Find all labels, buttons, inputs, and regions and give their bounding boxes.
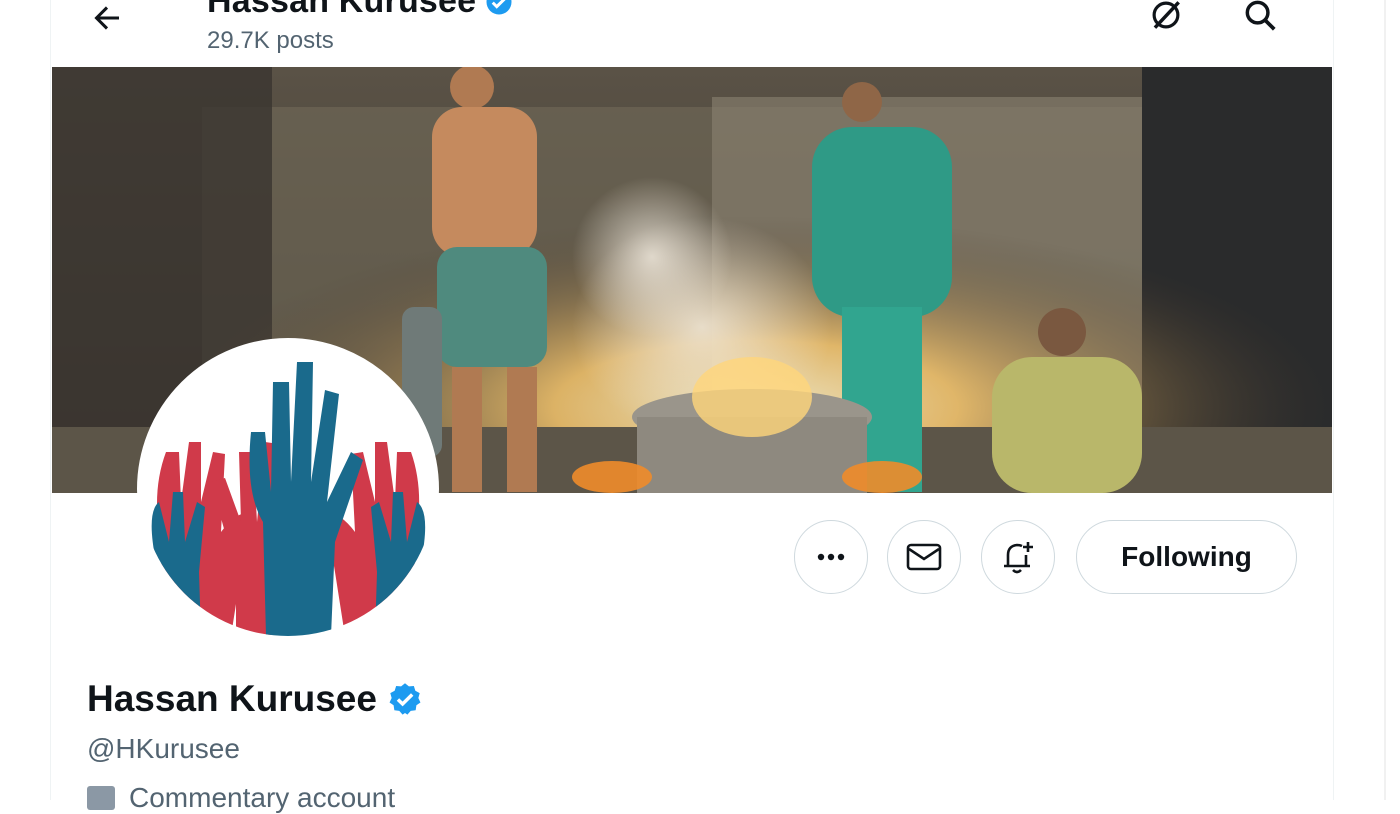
arrow-left-icon — [94, 6, 119, 30]
raised-hands-avatar-image — [141, 342, 435, 636]
more-icon — [817, 553, 845, 561]
top-bar: Hassan Kurusee 29.7K posts — [51, 0, 1333, 66]
back-button[interactable] — [81, 0, 133, 44]
message-button[interactable] — [887, 520, 961, 594]
verified-badge-icon[interactable] — [387, 681, 423, 717]
profile-handle: @HKurusee — [87, 733, 240, 764]
grok-icon — [1152, 1, 1180, 29]
more-button[interactable] — [794, 520, 868, 594]
profile-column: Hassan Kurusee 29.7K posts Following Has… — [50, 0, 1334, 813]
notify-button[interactable] — [981, 520, 1055, 594]
account-label: Commentary account — [87, 782, 395, 814]
profile-display-name: Hassan Kurusee — [87, 678, 377, 719]
header-title: Hassan Kurusee — [207, 0, 514, 21]
header-post-count: 29.7K posts — [207, 27, 334, 54]
verified-badge-icon — [486, 0, 512, 14]
account-label-text: Commentary account — [129, 782, 396, 813]
search-icon — [1245, 0, 1276, 31]
right-divider — [1384, 0, 1386, 800]
grok-button[interactable] — [1139, 0, 1193, 42]
profile-name: Hassan Kurusee — [87, 678, 423, 720]
header-name: Hassan Kurusee — [207, 0, 477, 20]
envelope-icon — [906, 543, 942, 571]
bell-plus-icon — [1004, 542, 1033, 574]
search-button[interactable] — [1233, 0, 1287, 42]
commentary-icon — [87, 786, 115, 810]
profile-avatar[interactable] — [137, 338, 439, 640]
following-button[interactable]: Following — [1076, 520, 1297, 594]
